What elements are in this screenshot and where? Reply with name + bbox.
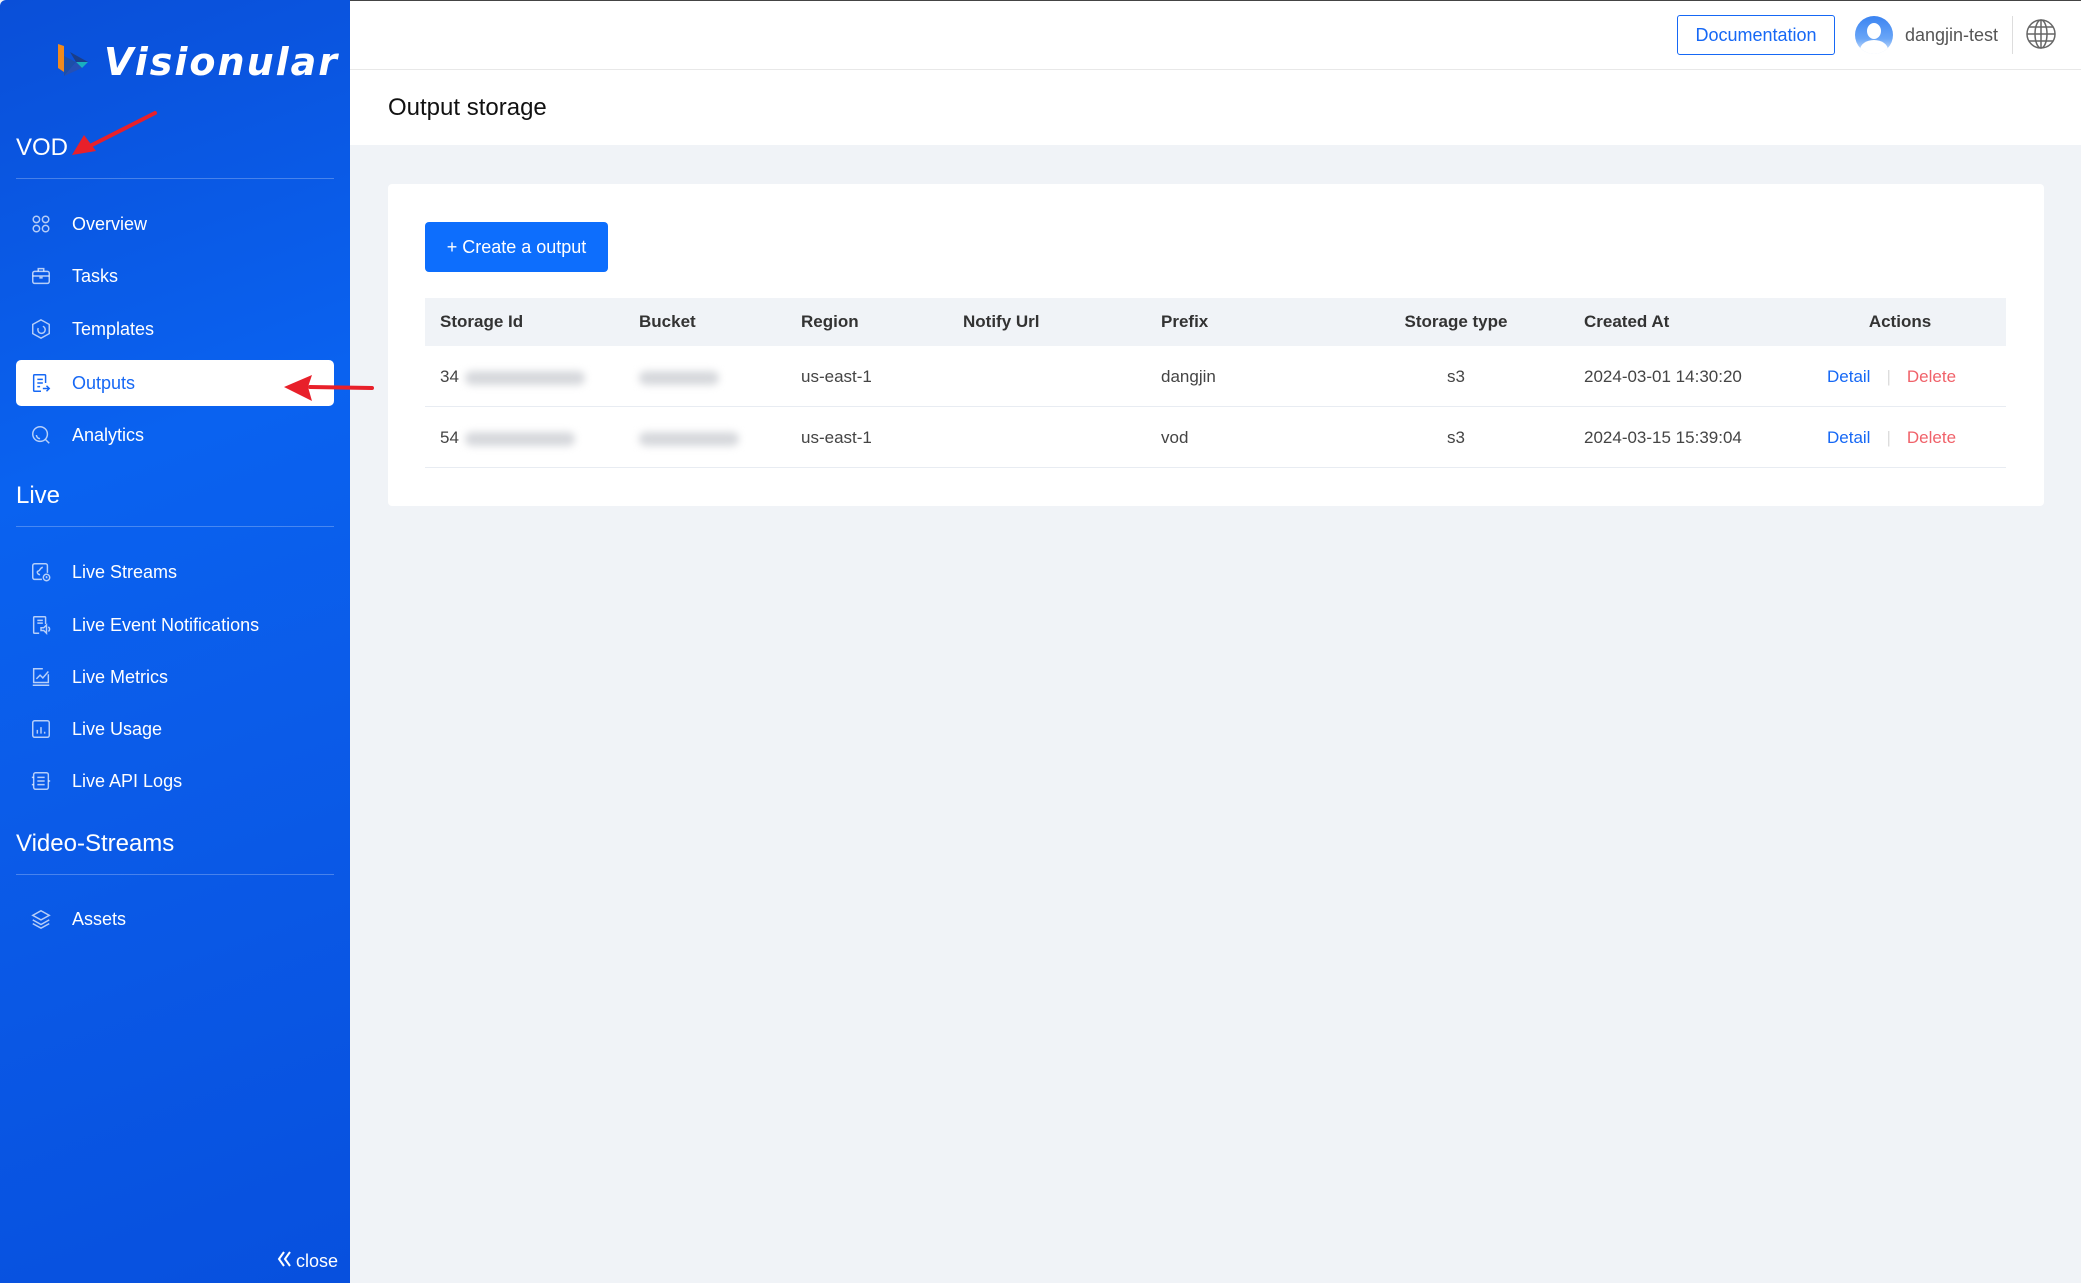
table-row: 34 us-east-1 dangjin s3 2024-03-01 14:30… xyxy=(425,346,2006,407)
column-header-storage-type: Storage type xyxy=(1404,312,1508,331)
sidebar-item-label: Live Metrics xyxy=(72,666,169,687)
cell-prefix: vod xyxy=(1161,428,1189,447)
sidebar-item-label: Live Event Notifications xyxy=(72,614,260,635)
sidebar-item-live-metrics[interactable]: Live Metrics xyxy=(16,654,334,700)
sidebar-item-label: Overview xyxy=(72,213,148,234)
delete-link[interactable]: Delete xyxy=(1907,428,1956,447)
redacted-value xyxy=(464,431,575,446)
close-label: close xyxy=(295,1251,338,1271)
column-header-prefix: Prefix xyxy=(1161,312,1209,331)
avatar xyxy=(1855,16,1893,54)
redacted-value xyxy=(464,370,585,385)
line-chart-icon xyxy=(30,666,52,688)
sidebar-item-label: Analytics xyxy=(72,424,145,445)
page-header: Output storage xyxy=(350,70,2081,145)
cell-created-at: 2024-03-15 15:39:04 xyxy=(1584,428,1742,447)
section-divider xyxy=(16,526,334,527)
action-separator: | xyxy=(1886,367,1891,386)
section-title-video-streams: Video-Streams xyxy=(16,830,175,857)
log-list-icon xyxy=(30,770,52,792)
cell-region: us-east-1 xyxy=(801,367,872,386)
section-title-vod: VOD xyxy=(16,134,69,161)
cell-bucket xyxy=(639,407,739,468)
cell-region: us-east-1 xyxy=(801,428,872,447)
sidebar-item-tasks[interactable]: Tasks xyxy=(16,253,334,299)
notification-speaker-icon xyxy=(30,614,52,636)
detail-link[interactable]: Detail xyxy=(1827,428,1870,447)
briefcase-icon xyxy=(30,265,52,287)
globe-language-icon[interactable] xyxy=(2025,18,2057,50)
documentation-button[interactable]: Documentation xyxy=(1677,15,1835,55)
brand-name: Visionular xyxy=(104,40,340,84)
sidebar-item-label: Live Streams xyxy=(72,561,178,582)
stream-clock-icon xyxy=(30,561,52,583)
sidebar-item-analytics[interactable]: Analytics xyxy=(16,412,334,458)
sidebar-item-live-api-logs[interactable]: Live API Logs xyxy=(16,758,334,804)
header-divider xyxy=(2012,16,2013,54)
section-title-live: Live xyxy=(16,482,61,509)
cell-storage-type: s3 xyxy=(1447,428,1465,447)
sidebar-item-overview[interactable]: Overview xyxy=(16,201,334,247)
section-divider xyxy=(16,178,334,179)
sidebar-item-live-streams[interactable]: Live Streams xyxy=(16,549,334,595)
layers-icon xyxy=(30,908,52,930)
cell-actions: Detail | Delete xyxy=(1827,407,1956,468)
collapse-sidebar-button[interactable]: close xyxy=(276,1250,338,1273)
sidebar-item-label: Templates xyxy=(72,318,155,339)
delete-link[interactable]: Delete xyxy=(1907,367,1956,386)
column-header-actions: Actions xyxy=(1868,312,1932,331)
sidebar: Visionular VOD Overview Tasks Templates … xyxy=(0,0,350,1283)
username: dangjin-test xyxy=(1905,24,1999,45)
brand-logo[interactable]: Visionular xyxy=(56,40,339,84)
sidebar-item-label: Tasks xyxy=(72,265,119,286)
column-header-region: Region xyxy=(801,312,859,331)
action-separator: | xyxy=(1886,428,1891,447)
sidebar-item-outputs[interactable]: Outputs xyxy=(16,360,334,406)
redacted-value xyxy=(639,431,739,446)
visionular-logo-icon xyxy=(58,44,88,76)
cell-storage-id: 34 xyxy=(440,346,585,407)
column-header-notify-url: Notify Url xyxy=(963,312,1040,331)
sidebar-item-live-usage[interactable]: Live Usage xyxy=(16,706,334,752)
command-icon xyxy=(30,213,52,235)
cell-storage-id: 54 xyxy=(440,407,575,468)
document-export-icon xyxy=(30,372,52,394)
cell-bucket xyxy=(639,346,719,407)
outputs-card: + Create a output Storage Id Bucket Regi… xyxy=(388,184,2044,506)
cell-storage-type: s3 xyxy=(1447,367,1465,386)
hexagon-icon xyxy=(30,318,52,340)
detail-link[interactable]: Detail xyxy=(1827,367,1870,386)
redacted-value xyxy=(639,370,719,385)
sidebar-item-live-event-notifications[interactable]: Live Event Notifications xyxy=(16,602,334,648)
cell-created-at: 2024-03-01 14:30:20 xyxy=(1584,367,1742,386)
outputs-table: Storage Id Bucket Region Notify Url Pref… xyxy=(425,298,2006,468)
sidebar-item-label: Live API Logs xyxy=(72,770,183,791)
column-header-storage-id: Storage Id xyxy=(440,312,524,331)
double-chevron-left-icon xyxy=(276,1250,292,1273)
create-output-button[interactable]: + Create a output xyxy=(425,222,608,272)
table-row: 54 us-east-1 vod s3 2024-03-15 15:39:04 … xyxy=(425,407,2006,468)
user-menu[interactable]: dangjin-test xyxy=(1855,16,1998,54)
sidebar-item-assets[interactable]: Assets xyxy=(16,896,334,942)
column-header-bucket: Bucket xyxy=(639,312,696,331)
cell-prefix: dangjin xyxy=(1161,367,1216,386)
sidebar-item-label: Assets xyxy=(72,908,127,929)
cell-actions: Detail | Delete xyxy=(1827,346,1956,407)
sidebar-item-label: Outputs xyxy=(72,372,136,393)
page-title: Output storage xyxy=(388,94,547,121)
bar-chart-icon xyxy=(30,718,52,740)
sidebar-item-label: Live Usage xyxy=(72,718,163,739)
section-divider xyxy=(16,874,334,875)
sidebar-item-templates[interactable]: Templates xyxy=(16,306,334,352)
column-header-created-at: Created At xyxy=(1584,312,1670,331)
table-header: Storage Id Bucket Region Notify Url Pref… xyxy=(425,298,2006,346)
search-analytics-icon xyxy=(30,424,52,446)
